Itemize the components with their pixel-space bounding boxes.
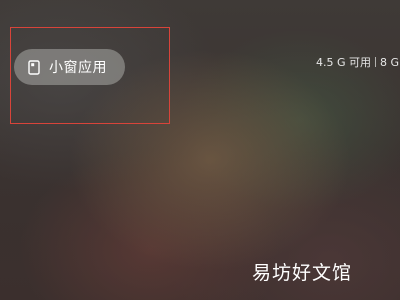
- small-window-app-button[interactable]: 小窗应用: [14, 49, 125, 85]
- status-divider: [375, 57, 377, 67]
- small-window-icon: [26, 59, 42, 75]
- small-window-app-label: 小窗应用: [49, 60, 107, 76]
- memory-available-text: 4.5 G 可用: [316, 56, 372, 69]
- watermark-text: 易坊好文馆: [252, 262, 353, 284]
- memory-status: 4.5 G 可用 8 G: [316, 54, 399, 70]
- memory-total-text: 8 G: [380, 55, 400, 69]
